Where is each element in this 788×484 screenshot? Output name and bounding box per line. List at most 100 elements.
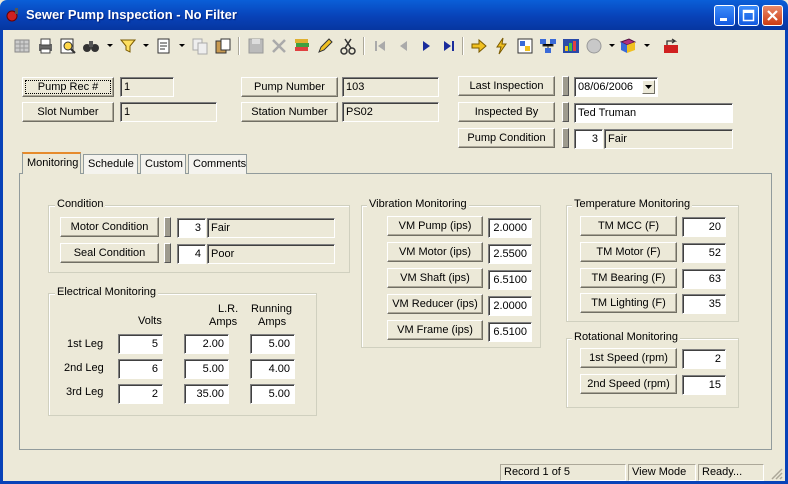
tm-bearing-field[interactable]: 63	[682, 269, 726, 289]
delete-icon[interactable]	[268, 35, 290, 57]
running-amps-column-header: Amps	[258, 316, 287, 328]
go-arrow-icon[interactable]	[468, 35, 490, 57]
vm-pump-field[interactable]: 2.0000	[488, 218, 532, 238]
tab-custom[interactable]: Custom	[140, 154, 186, 174]
app-icon	[6, 8, 18, 22]
leg-3-label: 3rd Leg	[66, 386, 104, 398]
record-position-status: Record 1 of 5	[500, 464, 626, 481]
vm-motor-field[interactable]: 2.5500	[488, 244, 532, 264]
last-record-icon[interactable]	[438, 35, 460, 57]
paste-icon[interactable]	[212, 35, 234, 57]
motor-condition-button[interactable]: Motor Condition	[60, 217, 159, 237]
inspected-by-field[interactable]: Ted Truman	[574, 103, 733, 123]
lightning-icon[interactable]	[491, 35, 513, 57]
tm-mcc-button[interactable]: TM MCC (F)	[580, 216, 677, 236]
report-dropdown-arrow[interactable]	[179, 44, 185, 47]
leg-1-lr-amps-field[interactable]: 2.00	[184, 334, 229, 354]
tm-lighting-field[interactable]: 35	[682, 294, 726, 314]
print-icon[interactable]	[34, 35, 56, 57]
tab-comments[interactable]: Comments	[188, 154, 247, 174]
station-number-field[interactable]: PS02	[342, 102, 439, 122]
copy-icon[interactable]	[189, 35, 211, 57]
first-speed-field[interactable]: 2	[682, 349, 726, 369]
resize-grip-icon[interactable]	[770, 467, 783, 480]
first-speed-button[interactable]: 1st Speed (rpm)	[580, 348, 677, 368]
find-dropdown-arrow[interactable]	[107, 44, 113, 47]
station-number-button[interactable]: Station Number	[241, 102, 338, 122]
leg-1-running-amps-field[interactable]: 5.00	[250, 334, 295, 354]
leg-2-running-amps-field[interactable]: 4.00	[250, 359, 295, 379]
slot-number-button[interactable]: Slot Number	[22, 102, 114, 122]
prev-record-icon[interactable]	[392, 35, 414, 57]
book-dropdown-arrow[interactable]	[644, 44, 650, 47]
second-speed-button[interactable]: 2nd Speed (rpm)	[580, 374, 677, 394]
last-inspection-button[interactable]: Last Inspection	[458, 76, 555, 96]
pump-rec-button[interactable]: Pump Rec #	[22, 77, 114, 97]
vm-pump-button[interactable]: VM Pump (ips)	[387, 216, 483, 236]
minimize-button[interactable]	[714, 5, 735, 26]
network-icon[interactable]	[537, 35, 559, 57]
exit-icon[interactable]	[660, 35, 682, 57]
vm-frame-field[interactable]: 6.5100	[488, 322, 532, 342]
pump-number-field[interactable]: 103	[342, 77, 439, 97]
stack-icon[interactable]	[291, 35, 313, 57]
leg-1-volts-field[interactable]: 5	[118, 334, 163, 354]
second-speed-field[interactable]: 15	[682, 375, 726, 395]
vm-reducer-field[interactable]: 2.0000	[488, 296, 532, 316]
table-link-icon[interactable]	[514, 35, 536, 57]
save-icon[interactable]	[245, 35, 267, 57]
seal-condition-code-field[interactable]: 4	[177, 244, 206, 264]
leg-3-volts-field[interactable]: 2	[118, 384, 163, 404]
pump-rec-field[interactable]: 1	[120, 77, 174, 97]
last-inspection-date-picker[interactable]: 08/06/2006	[574, 77, 658, 97]
tm-bearing-button[interactable]: TM Bearing (F)	[580, 268, 677, 288]
filter-icon[interactable]	[117, 35, 139, 57]
toolbar-separator	[238, 37, 240, 55]
pump-condition-button[interactable]: Pump Condition	[458, 128, 555, 148]
status-bar: Record 1 of 5 View Mode Ready...	[3, 462, 785, 481]
next-record-icon[interactable]	[415, 35, 437, 57]
vm-frame-button[interactable]: VM Frame (ips)	[387, 320, 483, 340]
vm-motor-button[interactable]: VM Motor (ips)	[387, 242, 483, 262]
chevron-down-icon[interactable]	[642, 80, 655, 94]
minimize-icon	[720, 18, 727, 21]
first-record-icon[interactable]	[369, 35, 391, 57]
maximize-button[interactable]	[738, 5, 759, 26]
tm-mcc-field[interactable]: 20	[682, 217, 726, 237]
print-preview-icon[interactable]	[57, 35, 79, 57]
leg-3-lr-amps-field[interactable]: 35.00	[184, 384, 229, 404]
chart-icon[interactable]	[560, 35, 582, 57]
binoculars-icon[interactable]	[80, 35, 102, 57]
inspected-by-button[interactable]: Inspected By	[458, 102, 555, 122]
grid-icon[interactable]	[11, 35, 33, 57]
book-icon[interactable]	[617, 35, 639, 57]
condition-group-title: Condition	[55, 198, 106, 210]
vm-reducer-button[interactable]: VM Reducer (ips)	[387, 294, 483, 314]
globe-dropdown-arrow[interactable]	[609, 44, 615, 47]
tm-lighting-button[interactable]: TM Lighting (F)	[580, 293, 677, 313]
pump-condition-code-field[interactable]: 3	[574, 129, 603, 149]
toolbar	[3, 31, 785, 61]
seal-condition-button[interactable]: Seal Condition	[60, 243, 159, 263]
cut-icon[interactable]	[337, 35, 359, 57]
tm-motor-field[interactable]: 52	[682, 243, 726, 263]
tab-schedule[interactable]: Schedule	[83, 154, 138, 174]
report-icon[interactable]	[153, 35, 175, 57]
running-column-header: Running	[251, 303, 292, 315]
motor-condition-code-field[interactable]: 3	[177, 218, 206, 238]
filter-dropdown-arrow[interactable]	[143, 44, 149, 47]
electrical-group-title: Electrical Monitoring	[55, 286, 159, 298]
tm-motor-button[interactable]: TM Motor (F)	[580, 242, 677, 262]
tab-monitoring[interactable]: Monitoring	[22, 152, 81, 174]
slot-number-field[interactable]: 1	[120, 102, 217, 122]
edit-icon[interactable]	[314, 35, 336, 57]
leg-2-volts-field[interactable]: 6	[118, 359, 163, 379]
leg-2-lr-amps-field[interactable]: 5.00	[184, 359, 229, 379]
lock-indicator	[562, 76, 569, 96]
vm-shaft-field[interactable]: 6.5100	[488, 270, 532, 290]
globe-icon[interactable]	[583, 35, 605, 57]
vm-shaft-button[interactable]: VM Shaft (ips)	[387, 268, 483, 288]
close-button[interactable]	[762, 5, 783, 26]
leg-3-running-amps-field[interactable]: 5.00	[250, 384, 295, 404]
pump-number-button[interactable]: Pump Number	[241, 77, 338, 97]
